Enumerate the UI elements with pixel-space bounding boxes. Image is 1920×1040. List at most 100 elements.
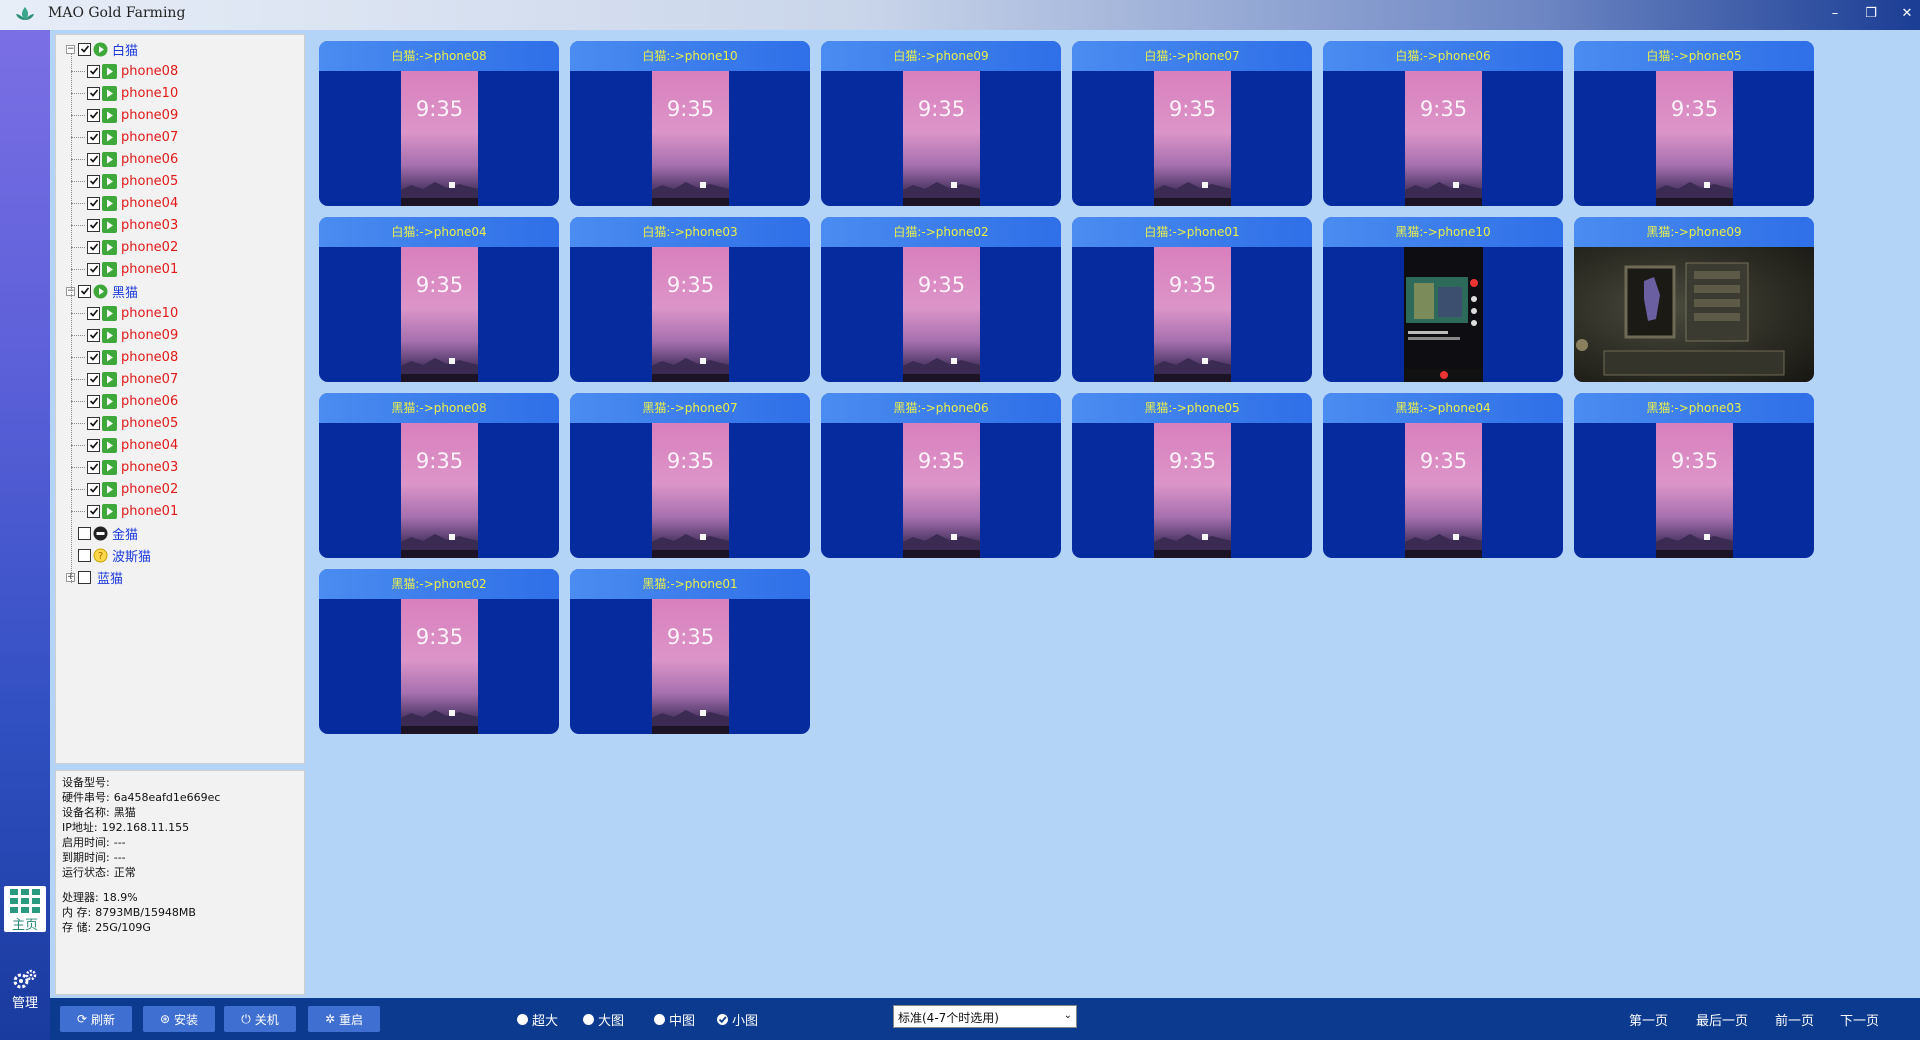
mode-select[interactable]: 标准(4-7个时选用) ⌄ bbox=[893, 1005, 1077, 1028]
phone-screen-lock[interactable]: 9:35 bbox=[1405, 423, 1482, 558]
tree-phone-node[interactable]: phone07 bbox=[87, 369, 178, 389]
phone-screen-lock[interactable]: 9:35 bbox=[1154, 71, 1231, 206]
device-card[interactable]: 白猫:->phone04 9:35 bbox=[319, 217, 559, 382]
device-card[interactable]: 黑猫:->phone08 9:35 bbox=[319, 393, 559, 558]
phone-screen-lock[interactable]: 9:35 bbox=[652, 71, 729, 206]
phone-screen-lock[interactable]: 9:35 bbox=[652, 423, 729, 558]
phone-checkbox[interactable] bbox=[87, 152, 100, 166]
tree-phone-node[interactable]: phone02 bbox=[87, 237, 178, 257]
tree-phone-node[interactable]: phone01 bbox=[87, 501, 178, 521]
device-card[interactable]: 黑猫:->phone06 9:35 bbox=[821, 393, 1061, 558]
phone-screen-lock[interactable]: 9:35 bbox=[401, 247, 478, 382]
device-card[interactable]: 黑猫:->phone02 9:35 bbox=[319, 569, 559, 734]
phone-screen-lock[interactable]: 9:35 bbox=[1154, 423, 1231, 558]
phone-screen-game[interactable] bbox=[1574, 247, 1814, 382]
phone-checkbox[interactable] bbox=[87, 482, 100, 496]
tree-phone-node[interactable]: phone10 bbox=[87, 83, 178, 103]
size-radio-small[interactable]: 小图 bbox=[717, 1010, 758, 1029]
device-card[interactable]: 白猫:->phone03 9:35 bbox=[570, 217, 810, 382]
tree-group-node[interactable]: − 白猫 bbox=[66, 39, 138, 59]
phone-checkbox[interactable] bbox=[87, 218, 100, 232]
phone-checkbox[interactable] bbox=[87, 130, 100, 144]
tree-group-node[interactable]: 金猫 bbox=[66, 523, 138, 543]
tree-phone-node[interactable]: phone06 bbox=[87, 149, 178, 169]
group-checkbox[interactable] bbox=[78, 526, 91, 540]
tree-group-node[interactable]: ? 波斯猫 bbox=[66, 545, 151, 565]
phone-checkbox[interactable] bbox=[87, 394, 100, 408]
device-card[interactable]: 黑猫:->phone05 9:35 bbox=[1072, 393, 1312, 558]
tree-phone-node[interactable]: phone02 bbox=[87, 479, 178, 499]
next-page-link[interactable]: 下一页 bbox=[1840, 1010, 1879, 1029]
device-card[interactable]: 白猫:->phone02 9:35 bbox=[821, 217, 1061, 382]
size-radio-medium[interactable]: 中图 bbox=[654, 1010, 695, 1029]
phone-checkbox[interactable] bbox=[87, 108, 100, 122]
phone-screen-lock[interactable]: 9:35 bbox=[1656, 423, 1733, 558]
group-checkbox[interactable] bbox=[78, 284, 91, 298]
tree-phone-node[interactable]: phone03 bbox=[87, 457, 178, 477]
nav-home-button[interactable]: 主页 bbox=[4, 886, 46, 933]
refresh-button[interactable]: ⟳ 刷新 bbox=[60, 1006, 132, 1032]
phone-checkbox[interactable] bbox=[87, 196, 100, 210]
phone-screen-lock[interactable]: 9:35 bbox=[652, 599, 729, 734]
phone-checkbox[interactable] bbox=[87, 306, 100, 320]
phone-screen-lock[interactable]: 9:35 bbox=[1656, 71, 1733, 206]
tree-phone-node[interactable]: phone04 bbox=[87, 435, 178, 455]
phone-checkbox[interactable] bbox=[87, 460, 100, 474]
size-radio-large[interactable]: 大图 bbox=[583, 1010, 624, 1029]
tree-phone-node[interactable]: phone07 bbox=[87, 127, 178, 147]
phone-checkbox[interactable] bbox=[87, 438, 100, 452]
phone-screen-lock[interactable]: 9:35 bbox=[401, 599, 478, 734]
minimize-button[interactable]: – bbox=[1824, 4, 1846, 24]
phone-checkbox[interactable] bbox=[87, 504, 100, 518]
device-card[interactable]: 白猫:->phone08 9:35 bbox=[319, 41, 559, 206]
tree-group-node[interactable]: + 蓝猫 bbox=[66, 567, 123, 587]
phone-screen-lock[interactable]: 9:35 bbox=[401, 71, 478, 206]
device-card[interactable]: 黑猫:->phone03 9:35 bbox=[1574, 393, 1814, 558]
tree-group-node[interactable]: − 黑猫 bbox=[66, 281, 138, 301]
group-checkbox[interactable] bbox=[78, 570, 91, 584]
tree-phone-node[interactable]: phone10 bbox=[87, 303, 178, 323]
device-card[interactable]: 黑猫:->phone04 9:35 bbox=[1323, 393, 1563, 558]
phone-screen-lock[interactable]: 9:35 bbox=[1154, 247, 1231, 382]
phone-checkbox[interactable] bbox=[87, 416, 100, 430]
device-card[interactable]: 黑猫:->phone01 9:35 bbox=[570, 569, 810, 734]
nav-manage-button[interactable]: 管理 bbox=[4, 964, 46, 1011]
tree-phone-node[interactable]: phone08 bbox=[87, 347, 178, 367]
phone-screen-video-app[interactable] bbox=[1404, 247, 1483, 382]
device-card[interactable]: 白猫:->phone10 9:35 bbox=[570, 41, 810, 206]
tree-phone-node[interactable]: phone09 bbox=[87, 105, 178, 125]
reboot-button[interactable]: ✲ 重启 bbox=[308, 1006, 380, 1032]
phone-checkbox[interactable] bbox=[87, 372, 100, 386]
group-checkbox[interactable] bbox=[78, 42, 91, 56]
phone-checkbox[interactable] bbox=[87, 240, 100, 254]
phone-checkbox[interactable] bbox=[87, 64, 100, 78]
tree-phone-node[interactable]: phone03 bbox=[87, 215, 178, 235]
device-card[interactable]: 黑猫:->phone10 bbox=[1323, 217, 1563, 382]
size-radio-xlarge[interactable]: 超大 bbox=[517, 1010, 558, 1029]
tree-phone-node[interactable]: phone05 bbox=[87, 171, 178, 191]
tree-phone-node[interactable]: phone05 bbox=[87, 413, 178, 433]
device-card[interactable]: 白猫:->phone01 9:35 bbox=[1072, 217, 1312, 382]
phone-checkbox[interactable] bbox=[87, 328, 100, 342]
phone-checkbox[interactable] bbox=[87, 174, 100, 188]
restore-button[interactable]: ❐ bbox=[1860, 4, 1882, 24]
phone-checkbox[interactable] bbox=[87, 262, 100, 276]
phone-screen-lock[interactable]: 9:35 bbox=[903, 423, 980, 558]
device-card[interactable]: 白猫:->phone06 9:35 bbox=[1323, 41, 1563, 206]
first-page-link[interactable]: 第一页 bbox=[1629, 1010, 1668, 1029]
phone-screen-lock[interactable]: 9:35 bbox=[401, 423, 478, 558]
phone-checkbox[interactable] bbox=[87, 350, 100, 364]
tree-phone-node[interactable]: phone04 bbox=[87, 193, 178, 213]
phone-checkbox[interactable] bbox=[87, 86, 100, 100]
device-card[interactable]: 黑猫:->phone07 9:35 bbox=[570, 393, 810, 558]
phone-screen-lock[interactable]: 9:35 bbox=[652, 247, 729, 382]
device-card[interactable]: 黑猫:->phone09 bbox=[1574, 217, 1814, 382]
device-card[interactable]: 白猫:->phone05 9:35 bbox=[1574, 41, 1814, 206]
group-checkbox[interactable] bbox=[78, 548, 91, 562]
tree-phone-node[interactable]: phone08 bbox=[87, 61, 178, 81]
install-button[interactable]: ⊛ 安装 bbox=[143, 1006, 215, 1032]
tree-phone-node[interactable]: phone01 bbox=[87, 259, 178, 279]
tree-phone-node[interactable]: phone09 bbox=[87, 325, 178, 345]
phone-screen-lock[interactable]: 9:35 bbox=[903, 71, 980, 206]
prev-page-link[interactable]: 前一页 bbox=[1775, 1010, 1814, 1029]
